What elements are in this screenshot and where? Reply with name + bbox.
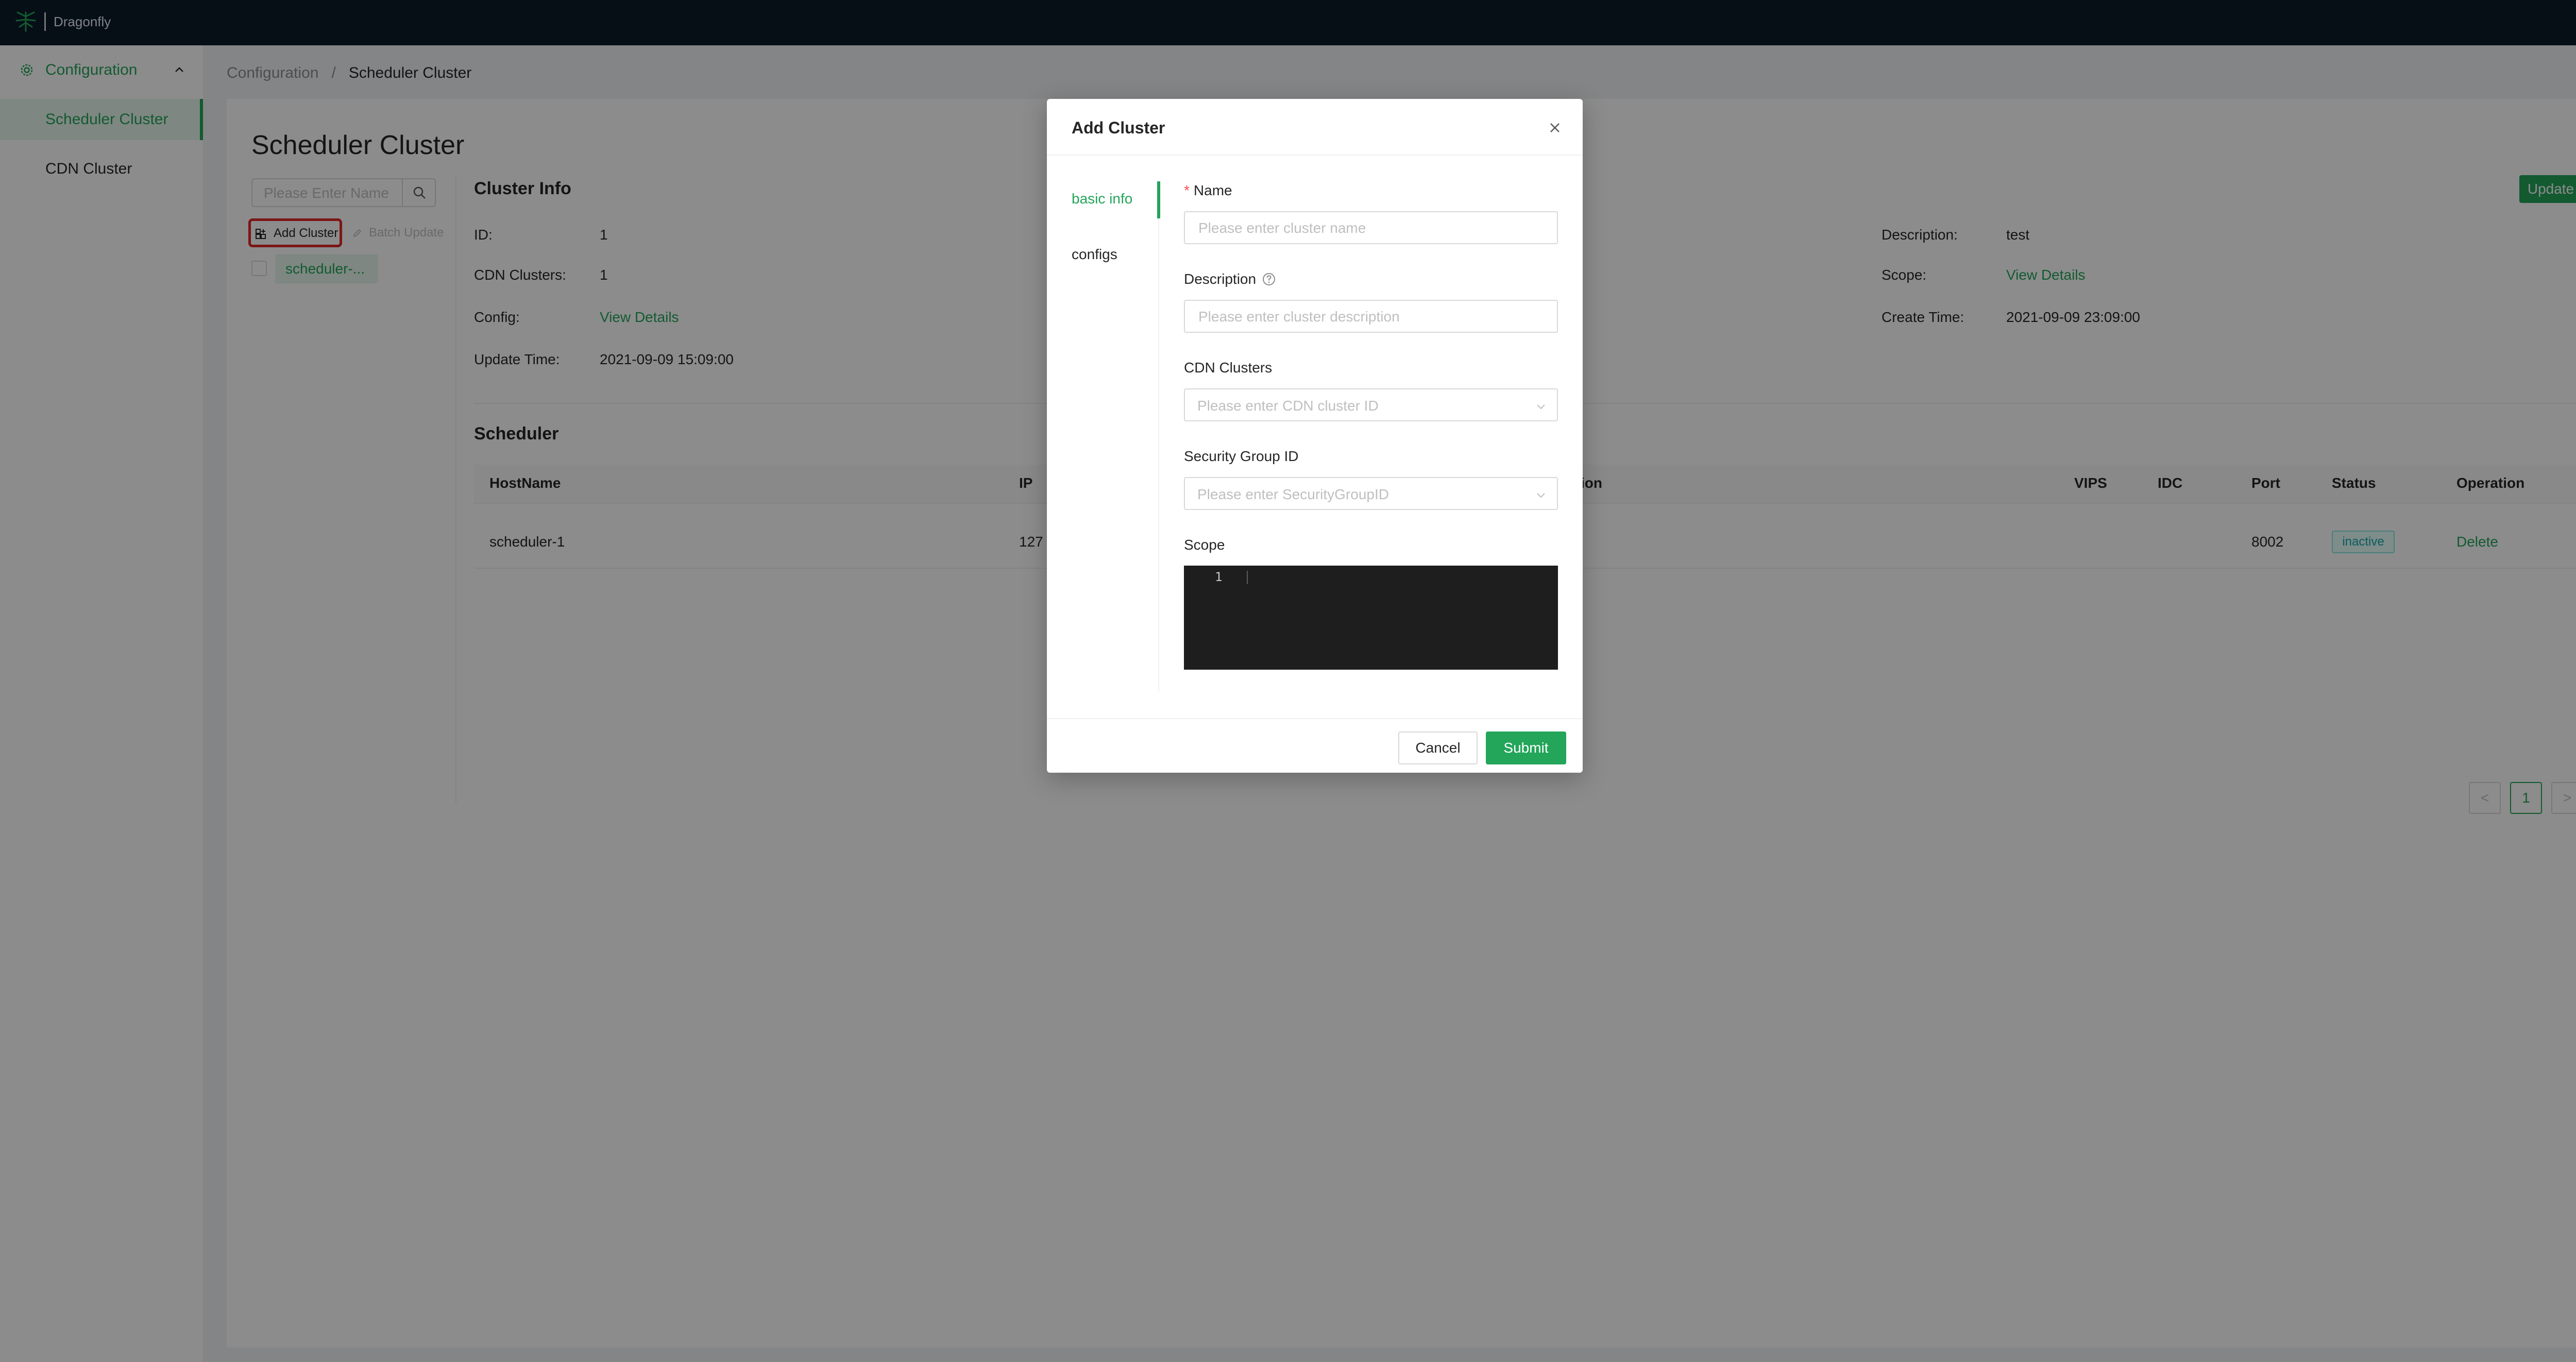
- name-label-text: Name: [1193, 182, 1232, 198]
- security-group-field-label: Security Group ID: [1184, 448, 1299, 464]
- security-group-select[interactable]: Please enter SecurityGroupID: [1184, 477, 1558, 510]
- cancel-button[interactable]: Cancel: [1398, 731, 1478, 764]
- add-cluster-modal: Add Cluster basic info configs *Name Des…: [1047, 99, 1583, 773]
- scope-field-label: Scope: [1184, 537, 1225, 553]
- submit-button[interactable]: Submit: [1486, 731, 1566, 764]
- required-mark: *: [1184, 182, 1190, 198]
- modal-header-divider: [1047, 155, 1583, 156]
- editor-line-number: 1: [1215, 570, 1223, 584]
- scope-code-editor[interactable]: 1: [1184, 566, 1558, 670]
- tab-ink: [1157, 181, 1160, 218]
- name-label: * Name: [1184, 181, 1232, 200]
- description-label-text: Description: [1184, 271, 1257, 287]
- cdn-clusters-placeholder: Please enter CDN cluster ID: [1197, 398, 1379, 414]
- security-group-placeholder: Please enter SecurityGroupID: [1197, 486, 1389, 502]
- tab-bar: [1158, 181, 1159, 691]
- tab-basic-info[interactable]: basic info: [1072, 190, 1132, 208]
- cdn-clusters-select[interactable]: Please enter CDN cluster ID: [1184, 388, 1558, 421]
- description-field-label: Description: [1184, 270, 1276, 288]
- editor-cursor: [1247, 571, 1248, 584]
- tab-configs[interactable]: configs: [1072, 245, 1117, 264]
- modal-footer-divider: [1047, 718, 1583, 719]
- chevron-down-icon: [1537, 404, 1545, 410]
- cdn-clusters-field-label: CDN Clusters: [1184, 360, 1273, 376]
- question-circle-icon[interactable]: [1262, 273, 1276, 286]
- modal-title: Add Cluster: [1072, 118, 1165, 137]
- name-field-wrapper: [1184, 211, 1558, 244]
- chevron-down-icon: [1537, 493, 1545, 498]
- description-field[interactable]: [1197, 308, 1539, 326]
- description-field-wrapper: [1184, 300, 1558, 333]
- close-icon[interactable]: [1547, 120, 1563, 136]
- name-field[interactable]: [1197, 219, 1539, 237]
